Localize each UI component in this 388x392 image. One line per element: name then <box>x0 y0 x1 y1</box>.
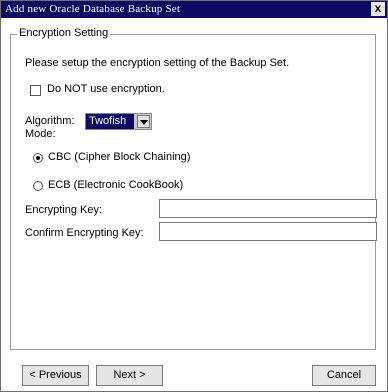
title-bar[interactable]: Add new Oracle Database Backup Set x <box>1 1 387 18</box>
algorithm-label: Algorithm: <box>25 115 75 127</box>
algorithm-selected-value: Twofish <box>86 114 134 129</box>
ecb-radio[interactable] <box>33 181 43 191</box>
confirm-key-label: Confirm Encrypting Key: <box>25 227 144 239</box>
chevron-down-icon[interactable] <box>137 115 150 128</box>
cbc-label[interactable]: CBC (Cipher Block Chaining) <box>48 151 190 163</box>
mode-label: Mode: <box>25 128 56 140</box>
close-icon[interactable]: x <box>371 2 385 16</box>
encrypting-key-label: Encrypting Key: <box>25 204 103 216</box>
no-encryption-label[interactable]: Do NOT use encryption. <box>47 83 165 95</box>
group-legend: Encryption Setting <box>17 27 111 39</box>
ecb-label[interactable]: ECB (Electronic CookBook) <box>48 179 183 191</box>
cbc-radio[interactable] <box>33 153 43 163</box>
confirm-key-input[interactable] <box>159 222 377 241</box>
no-encryption-checkbox[interactable] <box>30 85 41 96</box>
next-button[interactable]: Next > <box>96 365 163 386</box>
instructions-text: Please setup the encryption setting of t… <box>25 57 290 69</box>
dialog-window: Add new Oracle Database Backup Set x Enc… <box>0 0 388 392</box>
cancel-button[interactable]: Cancel <box>312 365 376 386</box>
encryption-setting-group: Encryption Setting <box>10 27 376 350</box>
window-title: Add new Oracle Database Backup Set <box>5 3 181 15</box>
algorithm-select[interactable]: Twofish <box>85 113 152 130</box>
previous-button[interactable]: < Previous <box>22 365 89 386</box>
encrypting-key-input[interactable] <box>159 199 377 218</box>
